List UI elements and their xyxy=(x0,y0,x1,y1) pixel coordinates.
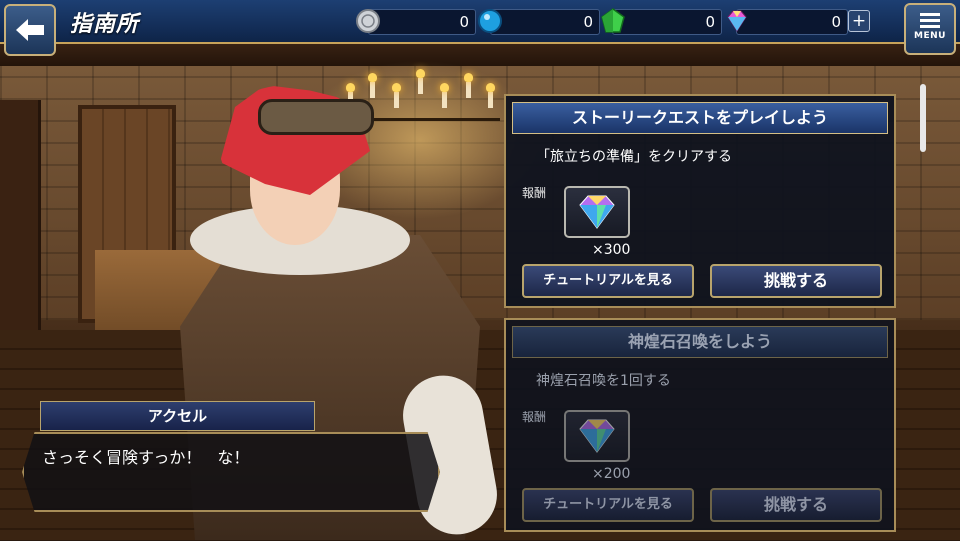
add-gem-button[interactable]: + xyxy=(848,10,870,32)
blue-orb-icon xyxy=(478,9,502,33)
challenge-button[interactable]: 挑戦する xyxy=(710,488,882,522)
quest-card-story: ストーリークエストをプレイしよう 「旅立ちの準備」をクリアする 報酬 ×300 … xyxy=(504,94,896,308)
page-title: 指南所 xyxy=(70,12,140,37)
hamburger-icon xyxy=(920,13,940,28)
silver-coin-count: 0 xyxy=(459,13,469,31)
menu-label: MENU xyxy=(914,31,946,41)
reward-item xyxy=(564,186,630,238)
reward-label: 報酬 xyxy=(522,410,547,424)
reward-item xyxy=(564,410,630,462)
plus-icon: + xyxy=(851,10,867,31)
rainbow-gem-count: 0 xyxy=(831,13,841,31)
blue-orb-count: 0 xyxy=(583,13,593,31)
currency-blue-orb: 0 xyxy=(490,9,600,35)
reward-label: 報酬 xyxy=(522,186,547,200)
view-tutorial-button[interactable]: チュートリアルを見る xyxy=(522,488,694,522)
quest-description: 「旅立ちの準備」をクリアする xyxy=(536,149,732,165)
green-crystal-icon xyxy=(601,8,625,33)
quest-title: 神煌石召喚をしよう xyxy=(512,326,888,358)
quest-card-summon: 神煌石召喚をしよう 神煌石召喚を1回する 報酬 ×200 チュートリアルを見る … xyxy=(504,318,896,532)
back-button[interactable] xyxy=(4,4,56,56)
quest-list-scrollbar[interactable] xyxy=(920,84,926,152)
reward-quantity: ×200 xyxy=(592,466,631,482)
currency-rainbow-gem: 0 xyxy=(736,9,848,35)
speaker-nameplate: アクセル xyxy=(40,401,315,431)
quest-description: 神煌石召喚を1回する xyxy=(536,373,671,389)
quest-title: ストーリークエストをプレイしよう xyxy=(512,102,888,134)
bottle-shelf xyxy=(0,100,41,340)
currency-silver-coin: 0 xyxy=(368,9,476,35)
green-crystal-count: 0 xyxy=(705,13,715,31)
dialogue-text: さっそく冒険すっか！ な！ xyxy=(42,448,250,467)
reward-quantity: ×300 xyxy=(592,242,631,258)
view-tutorial-button[interactable]: チュートリアルを見る xyxy=(522,264,694,298)
challenge-button[interactable]: 挑戦する xyxy=(710,264,882,298)
rainbow-gem-icon xyxy=(579,419,615,453)
rainbow-gem-icon xyxy=(727,10,747,32)
menu-button[interactable]: MENU xyxy=(904,3,956,55)
currency-green-crystal: 0 xyxy=(612,9,722,35)
rainbow-gem-icon xyxy=(579,195,615,229)
back-arrow-icon xyxy=(16,19,44,41)
character-goggles xyxy=(258,99,374,135)
silver-coin-icon xyxy=(356,9,380,33)
